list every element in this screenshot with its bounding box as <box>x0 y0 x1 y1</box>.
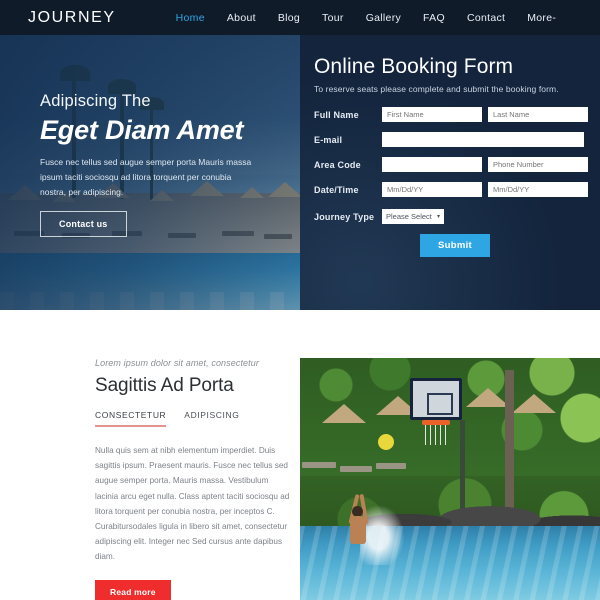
chevron-down-icon: ▾ <box>436 214 440 220</box>
date-from-input[interactable] <box>382 182 482 197</box>
site-logo[interactable]: JOURNEY <box>28 9 116 27</box>
content-text-column: Lorem ipsum dolor sit amet, consectetur … <box>95 358 290 600</box>
area-code-input[interactable] <box>382 157 482 172</box>
read-more-button[interactable]: Read more <box>95 580 171 600</box>
journey-type-select[interactable]: Please Select ▾ <box>382 209 444 224</box>
form-row-full-name: Full Name <box>314 107 588 122</box>
label-full-name: Full Name <box>314 109 359 120</box>
label-date-time: Date/Time <box>314 184 359 195</box>
nav-item-gallery[interactable]: Gallery <box>366 12 401 24</box>
content-eyebrow: Lorem ipsum dolor sit amet, consectetur <box>95 358 259 368</box>
hero-title: Eget Diam Amet <box>40 115 244 145</box>
form-row-area-code: Area Code <box>314 157 588 172</box>
nav-item-tour[interactable]: Tour <box>322 12 344 24</box>
nav-item-blog[interactable]: Blog <box>278 12 300 24</box>
nav-links: Home About Blog Tour Gallery FAQ Contact… <box>176 12 557 24</box>
content-paragraph: Nulla quis sem at nibh elementum imperdi… <box>95 446 290 562</box>
nav-item-home[interactable]: Home <box>176 12 205 24</box>
booking-form: Online Booking Form To reserve seats ple… <box>300 35 600 257</box>
ball-icon <box>378 434 394 450</box>
form-row-journey-type: Journey Type Please Select ▾ <box>314 209 584 224</box>
content-tabs: CONSECTETUR ADIPISCING <box>95 410 290 427</box>
tab-adipiscing[interactable]: ADIPISCING <box>184 410 239 427</box>
tab-consectetur[interactable]: CONSECTETUR <box>95 410 167 427</box>
basketball-backboard <box>410 378 462 420</box>
hero-paragraph: Fusce nec tellus sed augue semper porta … <box>40 157 252 197</box>
contact-us-button[interactable]: Contact us <box>40 210 127 237</box>
content-title: Sagittis Ad Porta <box>95 375 234 396</box>
top-navigation-bar: JOURNEY Home About Blog Tour Gallery FAQ… <box>0 0 600 35</box>
nav-item-more[interactable]: More- <box>527 12 556 24</box>
first-name-input[interactable] <box>382 107 482 122</box>
hero-content: Adipiscing The Eget Diam Amet Fusce nec … <box>40 92 290 237</box>
booking-form-panel: Online Booking Form To reserve seats ple… <box>300 35 600 310</box>
email-input[interactable] <box>382 132 584 147</box>
date-to-input[interactable] <box>488 182 588 197</box>
nav-item-about[interactable]: About <box>227 12 256 24</box>
submit-button[interactable]: Submit <box>420 234 490 257</box>
content-section: Lorem ipsum dolor sit amet, consectetur … <box>0 310 600 600</box>
form-row-date-time: Date/Time <box>314 182 588 197</box>
booking-form-subtitle: To reserve seats please complete and sub… <box>314 84 559 94</box>
last-name-input[interactable] <box>488 107 588 122</box>
nav-item-contact[interactable]: Contact <box>467 12 505 24</box>
hero-section: Adipiscing The Eget Diam Amet Fusce nec … <box>0 35 300 310</box>
form-row-email: E-mail <box>314 132 584 147</box>
hero-kicker: Adipiscing The <box>40 92 151 110</box>
phone-number-input[interactable] <box>488 157 588 172</box>
label-area-code: Area Code <box>314 159 361 170</box>
nav-item-faq[interactable]: FAQ <box>423 12 445 24</box>
page-root: JOURNEY Home About Blog Tour Gallery FAQ… <box>0 0 600 600</box>
basketball-net <box>425 425 447 445</box>
journey-type-value: Please Select <box>386 212 432 221</box>
label-journey-type: Journey Type <box>314 211 375 222</box>
content-image <box>300 358 600 600</box>
booking-form-title: Online Booking Form <box>314 55 514 78</box>
form-submit-row: Submit <box>314 234 584 257</box>
label-email: E-mail <box>314 134 343 145</box>
